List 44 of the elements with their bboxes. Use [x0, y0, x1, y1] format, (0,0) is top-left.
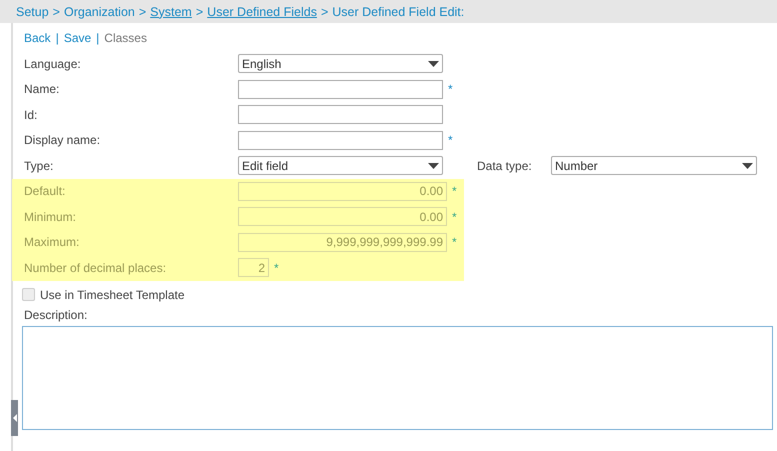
dropdown[interactable]: English: [238, 54, 443, 74]
toolbar-link[interactable]: Back: [24, 31, 51, 45]
toolbar-link[interactable]: Save: [64, 31, 92, 45]
dropdown-arrow-icon: [428, 162, 439, 169]
breadcrumb-link[interactable]: User Defined Fields: [207, 4, 317, 18]
field-label: Number of decimal places:: [24, 260, 168, 275]
dropdown[interactable]: Edit field: [238, 156, 443, 176]
field-label: Display name:: [24, 133, 102, 148]
field-label: Language:: [24, 56, 82, 71]
breadcrumb-separator: >: [196, 4, 204, 18]
field-label: Minimum:: [24, 210, 78, 224]
collapse-handle[interactable]: [11, 400, 18, 436]
text-field[interactable]: [238, 80, 443, 99]
breadcrumb-separator: >: [52, 4, 60, 18]
field-label: Id:: [24, 108, 38, 122]
number-field[interactable]: 2: [238, 258, 269, 278]
breadcrumb-link[interactable]: System: [150, 4, 192, 18]
breadcrumb-separator: >: [138, 4, 146, 18]
required-mark: *: [274, 260, 279, 275]
breadcrumb-separator: >: [320, 4, 328, 18]
field-label: Maximum:: [24, 235, 80, 250]
number-field[interactable]: 0.00: [238, 207, 447, 226]
dropdown-arrow-icon: [428, 60, 439, 67]
dropdown-arrow-icon: [742, 162, 753, 169]
field-label: Data type:: [477, 158, 533, 173]
toolbar-separator: |: [56, 31, 59, 45]
number-field[interactable]: 0.00: [238, 182, 447, 201]
field-label: Type:: [24, 158, 54, 173]
field-label: Name:: [24, 82, 60, 96]
required-mark: *: [448, 82, 453, 96]
checkbox-label: Use in Timesheet Template: [40, 288, 185, 302]
required-mark: *: [452, 210, 457, 224]
required-mark: *: [448, 133, 453, 148]
dropdown[interactable]: Number: [551, 156, 757, 176]
left-arrow-icon: [12, 414, 16, 422]
text-field[interactable]: [238, 105, 443, 124]
toolbar-separator: |: [96, 31, 100, 45]
text-field[interactable]: [238, 130, 443, 150]
required-mark: *: [452, 184, 457, 198]
field-label: Description:: [23, 308, 88, 324]
required-mark: *: [452, 235, 457, 250]
description-field[interactable]: [22, 326, 773, 430]
field-label: Default:: [24, 184, 66, 198]
number-field[interactable]: 9,999,999,999,999.99: [238, 232, 447, 252]
